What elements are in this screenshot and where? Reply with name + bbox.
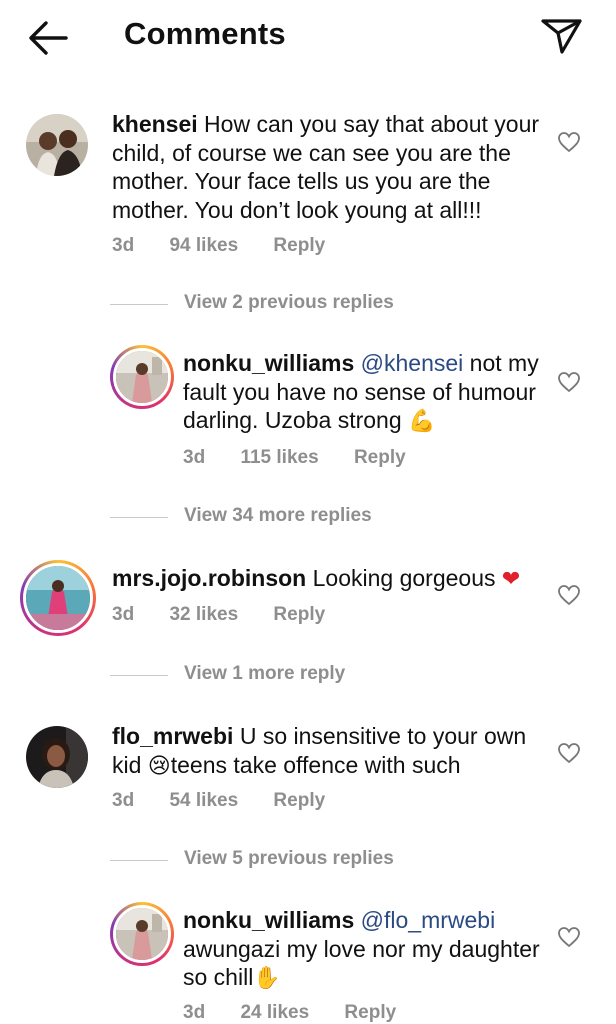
timestamp: 3d xyxy=(183,1002,206,1023)
avatar[interactable] xyxy=(20,560,96,636)
avatar[interactable] xyxy=(110,902,174,966)
timestamp: 3d xyxy=(183,447,206,468)
view-replies-label: View 34 more replies xyxy=(184,505,372,526)
timestamp: 3d xyxy=(112,790,135,811)
like-count[interactable]: 54 likes xyxy=(169,790,238,811)
like-count[interactable]: 24 likes xyxy=(240,1002,309,1023)
view-replies-label: View 1 more reply xyxy=(184,663,346,684)
comment-text: nonku_williams @flo_mrwebi awungazi my l… xyxy=(183,906,543,994)
username[interactable]: nonku_williams xyxy=(183,907,354,933)
comment-meta: 3d 115 likes Reply xyxy=(183,447,436,469)
reply-button[interactable]: Reply xyxy=(273,235,325,256)
comment-text: mrs.jojo.robinson Looking gorgeous ❤ xyxy=(112,564,552,595)
divider xyxy=(110,675,168,676)
divider xyxy=(110,860,168,861)
username[interactable]: khensei xyxy=(112,111,198,137)
username[interactable]: nonku_williams xyxy=(183,350,354,376)
username[interactable]: mrs.jojo.robinson xyxy=(112,565,306,591)
heart-icon[interactable] xyxy=(557,584,581,606)
comment-meta: 3d 32 likes Reply xyxy=(112,604,355,626)
heart-icon[interactable] xyxy=(557,742,581,764)
timestamp: 3d xyxy=(112,235,135,256)
mention-link[interactable]: @khensei xyxy=(361,350,464,376)
timestamp: 3d xyxy=(112,604,135,625)
view-replies-label: View 5 previous replies xyxy=(184,848,394,869)
comment-body: Looking gorgeous xyxy=(312,565,496,591)
divider xyxy=(110,517,168,518)
comment-body: awungazi my love nor my daughter so chil… xyxy=(183,935,540,991)
reply-button[interactable]: Reply xyxy=(344,1002,396,1023)
crying-face-emoji: 😢 xyxy=(147,753,171,779)
divider xyxy=(110,304,168,305)
back-button[interactable] xyxy=(26,18,70,58)
reply-button[interactable]: Reply xyxy=(273,604,325,625)
reply-button[interactable]: Reply xyxy=(273,790,325,811)
heart-icon[interactable] xyxy=(557,371,581,393)
avatar[interactable] xyxy=(110,345,174,409)
top-bar: Comments xyxy=(0,0,616,76)
avatar[interactable] xyxy=(26,114,88,176)
view-replies-label: View 2 previous replies xyxy=(184,292,394,313)
like-count[interactable]: 115 likes xyxy=(240,447,318,468)
avatar[interactable] xyxy=(26,726,88,788)
comment-text: nonku_williams @khensei not my fault you… xyxy=(183,349,543,437)
paper-plane-icon xyxy=(541,19,582,54)
comment-body-continued: teens take offence with such xyxy=(170,751,461,778)
heart-icon[interactable] xyxy=(557,926,581,948)
arrow-left-icon xyxy=(29,21,68,55)
red-heart-emoji: ❤ xyxy=(501,567,521,592)
username[interactable]: flo_mrwebi xyxy=(112,723,233,749)
like-count[interactable]: 32 likes xyxy=(169,604,238,625)
share-button[interactable] xyxy=(540,16,584,56)
heart-icon[interactable] xyxy=(557,131,581,153)
comment-meta: 3d 94 likes Reply xyxy=(112,235,355,257)
comment-text: khensei How can you say that about your … xyxy=(112,110,542,224)
page-title: Comments xyxy=(124,16,286,51)
reply-button[interactable]: Reply xyxy=(354,447,406,468)
comment-meta: 3d 24 likes Reply xyxy=(183,1002,426,1024)
comment-text: flo_mrwebi U so insensitive to your own … xyxy=(112,722,542,781)
flexed-biceps-emoji: 💪 xyxy=(408,409,436,434)
mention-link[interactable]: @flo_mrwebi xyxy=(361,907,496,933)
raised-hand-emoji: ✋ xyxy=(253,966,281,991)
like-count[interactable]: 94 likes xyxy=(169,235,238,256)
comment-meta: 3d 54 likes Reply xyxy=(112,790,355,812)
